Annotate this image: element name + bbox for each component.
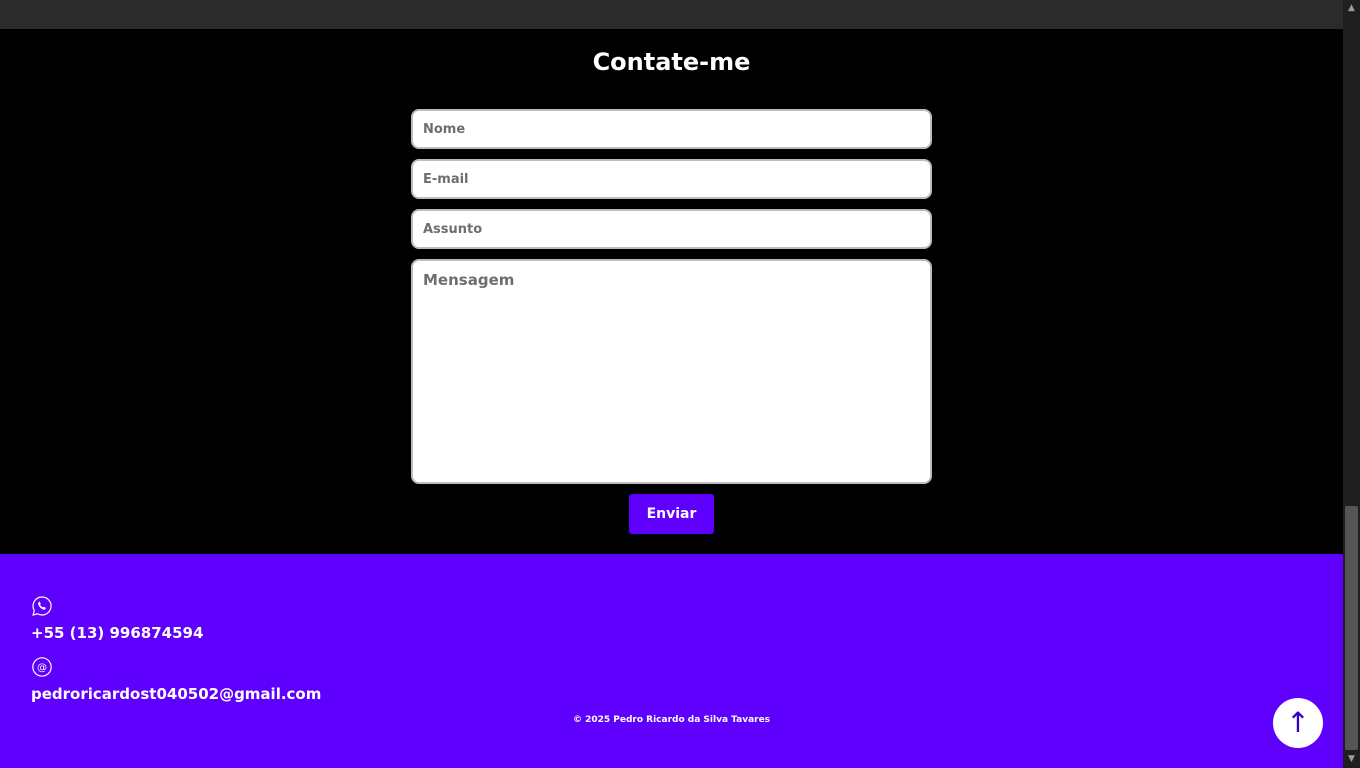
contact-title: Contate-me [592,48,751,76]
email-address[interactable]: pedroricardost040502@gmail.com [31,685,321,703]
phone-number[interactable]: +55 (13) 996874594 [31,624,203,642]
whatsapp-icon[interactable] [31,595,53,617]
subject-input[interactable] [411,209,932,249]
scroll-up-arrow-icon[interactable]: ▲ [1343,0,1360,17]
at-icon[interactable]: @ [31,656,53,678]
svg-text:@: @ [37,663,47,674]
message-textarea[interactable] [411,259,932,484]
contact-section: Contate-me Enviar [0,29,1343,554]
send-button[interactable]: Enviar [629,494,714,534]
back-to-top-button[interactable]: ↑ [1273,698,1323,748]
footer: +55 (13) 996874594 @ pedroricardost04050… [0,554,1343,768]
email-input[interactable] [411,159,932,199]
scrollbar-thumb[interactable] [1345,506,1358,750]
scroll-down-arrow-icon[interactable]: ▼ [1343,751,1360,768]
name-input[interactable] [411,109,932,149]
scrollbar[interactable]: ▲ ▼ [1343,0,1360,768]
copyright-text: © 2025 Pedro Ricardo da Silva Tavares [572,715,771,725]
top-bar [0,0,1343,29]
arrow-up-icon: ↑ [1286,706,1310,739]
